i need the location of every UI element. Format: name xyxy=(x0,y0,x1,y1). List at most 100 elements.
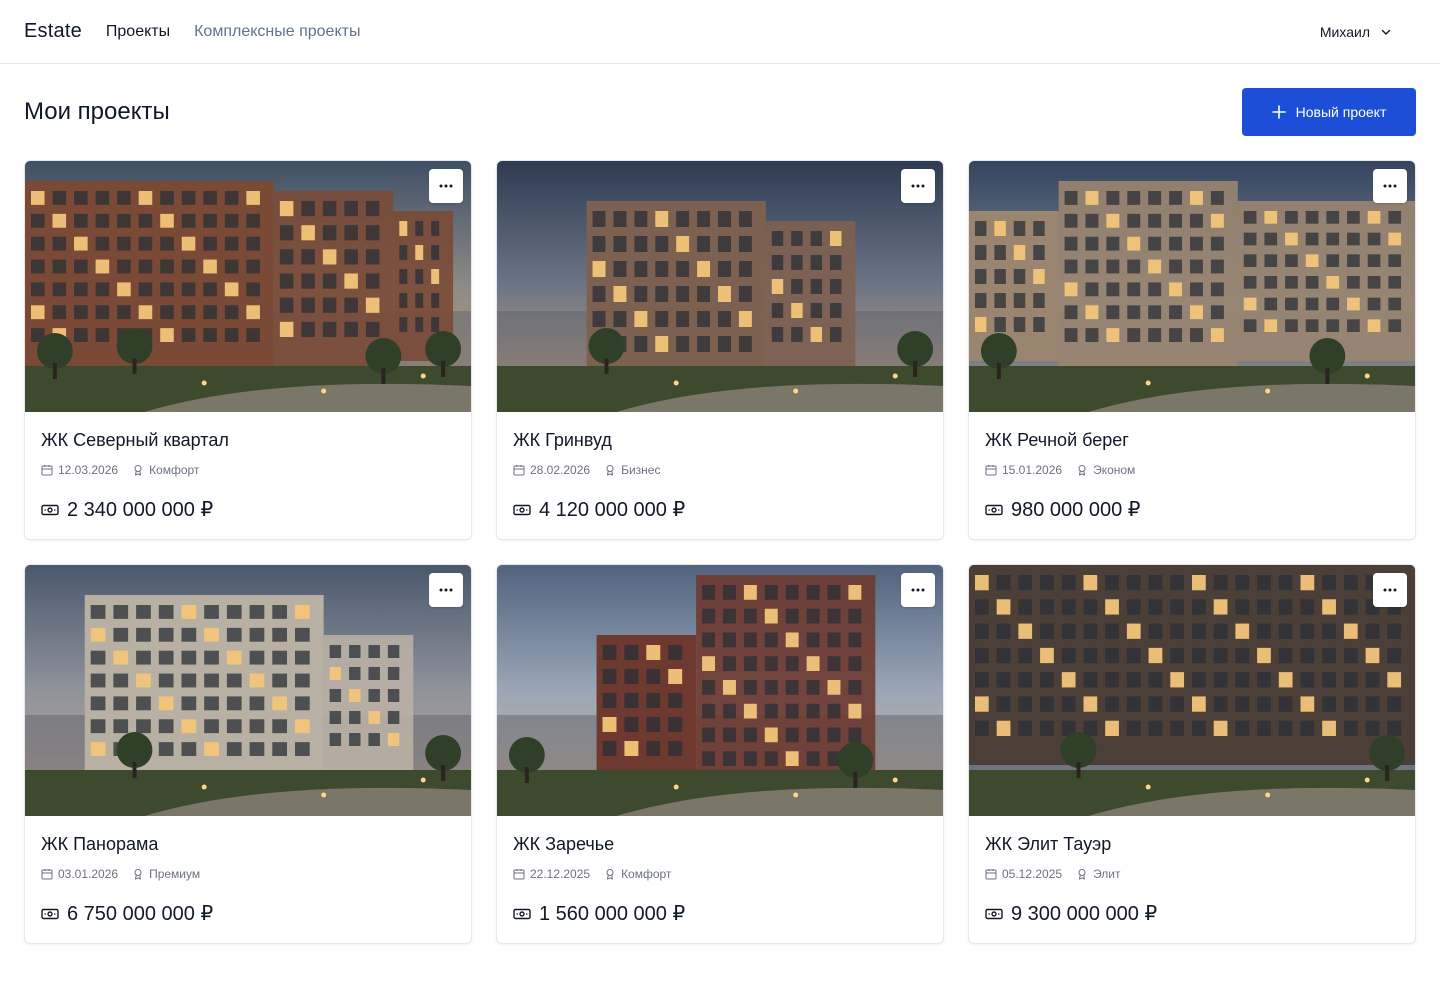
building-photo xyxy=(969,161,1415,412)
project-image xyxy=(25,161,471,412)
card-menu-button[interactable] xyxy=(1373,573,1407,607)
project-meta: 15.01.2026 Эконом xyxy=(985,463,1399,477)
project-title: ЖК Заречье xyxy=(513,834,615,854)
chevron-down-icon xyxy=(1381,29,1391,35)
project-price: 9 300 000 000 ₽ xyxy=(985,901,1399,926)
award-icon xyxy=(134,465,142,476)
project-class-text: Эконом xyxy=(1093,463,1136,477)
project-card[interactable]: ЖК Элит Тауэр 05.12.2025 Элит 9 300 000 … xyxy=(968,564,1416,944)
project-class-text: Комфорт xyxy=(149,463,200,477)
project-price-text: 4 120 000 000 ₽ xyxy=(539,499,686,521)
card-menu-button[interactable] xyxy=(901,169,935,203)
project-card[interactable]: ЖК Гринвуд 28.02.2026 Бизнес 4 120 000 0… xyxy=(496,160,944,540)
project-price: 980 000 000 ₽ xyxy=(985,497,1399,522)
project-meta: 12.03.2026 Комфорт xyxy=(41,463,455,477)
project-date: 22.12.2025 xyxy=(513,867,590,881)
more-horizontal-icon xyxy=(1383,184,1397,188)
card-body: ЖК Заречье 22.12.2025 Комфорт 1 560 000 … xyxy=(497,816,943,926)
more-horizontal-icon xyxy=(439,184,453,188)
project-class: Эконом xyxy=(1076,463,1135,477)
project-image xyxy=(969,161,1415,412)
project-title: ЖК Панорама xyxy=(41,834,159,854)
page-heading-row: Мои проекты Новый проект xyxy=(0,64,1440,160)
top-navbar: Estate Проекты Комплексные проекты Михаи… xyxy=(0,0,1440,64)
project-class: Премиум xyxy=(132,867,200,881)
project-title: ЖК Речной берег xyxy=(985,430,1129,450)
calendar-icon xyxy=(985,869,997,880)
project-date: 15.01.2026 xyxy=(985,463,1062,477)
project-class-text: Элит xyxy=(1093,867,1121,881)
card-body: ЖК Гринвуд 28.02.2026 Бизнес 4 120 000 0… xyxy=(497,412,943,522)
project-price-text: 2 340 000 000 ₽ xyxy=(67,499,214,521)
card-body: ЖК Речной берег 15.01.2026 Эконом 980 00… xyxy=(969,412,1415,522)
banknote-icon xyxy=(985,504,1003,515)
building-photo xyxy=(969,565,1415,816)
project-title: ЖК Гринвуд xyxy=(513,430,612,450)
projects-grid: ЖК Северный квартал 12.03.2026 Комфорт 2… xyxy=(0,160,1440,944)
project-image xyxy=(25,565,471,816)
card-body: ЖК Северный квартал 12.03.2026 Комфорт 2… xyxy=(25,412,471,522)
plus-icon xyxy=(1271,105,1286,119)
project-price-text: 9 300 000 000 ₽ xyxy=(1011,903,1158,925)
award-icon xyxy=(606,869,614,880)
project-date-text: 15.01.2026 xyxy=(1002,463,1063,477)
project-date-text: 03.01.2026 xyxy=(58,867,119,881)
card-menu-button[interactable] xyxy=(429,573,463,607)
award-icon xyxy=(1078,465,1086,476)
brand-logo[interactable]: Estate xyxy=(24,20,82,43)
card-body: ЖК Панорама 03.01.2026 Премиум 6 750 000… xyxy=(25,816,471,926)
nav-link-projects[interactable]: Проекты xyxy=(106,23,170,41)
project-class-text: Премиум xyxy=(149,867,201,881)
project-image xyxy=(497,161,943,412)
project-date-text: 12.03.2026 xyxy=(58,463,119,477)
user-menu[interactable]: Михаил xyxy=(1320,24,1392,40)
project-image xyxy=(497,565,943,816)
project-meta: 22.12.2025 Комфорт xyxy=(513,867,927,881)
calendar-icon xyxy=(41,465,53,476)
project-date-text: 28.02.2026 xyxy=(530,463,591,477)
calendar-icon xyxy=(985,465,997,476)
project-price-text: 1 560 000 000 ₽ xyxy=(539,903,686,925)
card-menu-button[interactable] xyxy=(901,573,935,607)
project-meta: 28.02.2026 Бизнес xyxy=(513,463,927,477)
project-card[interactable]: ЖК Речной берег 15.01.2026 Эконом 980 00… xyxy=(968,160,1416,540)
new-project-button[interactable]: Новый проект xyxy=(1242,88,1416,136)
project-date: 05.12.2025 xyxy=(985,867,1062,881)
building-photo xyxy=(497,161,943,412)
project-title: ЖК Элит Тауэр xyxy=(985,834,1112,854)
project-price: 1 560 000 000 ₽ xyxy=(513,901,927,926)
user-name: Михаил xyxy=(1319,23,1370,40)
project-meta: 03.01.2026 Премиум xyxy=(41,867,455,881)
project-price: 4 120 000 000 ₽ xyxy=(513,497,927,522)
banknote-icon xyxy=(41,504,59,515)
project-class-text: Бизнес xyxy=(621,463,661,477)
building-photo xyxy=(497,565,943,816)
project-date: 12.03.2026 xyxy=(41,463,118,477)
banknote-icon xyxy=(513,908,531,919)
calendar-icon xyxy=(41,869,53,880)
project-class: Комфорт xyxy=(604,867,671,881)
calendar-icon xyxy=(513,869,525,880)
card-menu-button[interactable] xyxy=(1373,169,1407,203)
card-body: ЖК Элит Тауэр 05.12.2025 Элит 9 300 000 … xyxy=(969,816,1415,926)
project-class-text: Комфорт xyxy=(621,867,672,881)
project-class: Бизнес xyxy=(604,463,660,477)
project-date-text: 22.12.2025 xyxy=(530,867,591,881)
nav-link-complex-projects[interactable]: Комплексные проекты xyxy=(194,23,360,41)
card-menu-button[interactable] xyxy=(429,169,463,203)
project-price: 2 340 000 000 ₽ xyxy=(41,497,455,522)
main-nav: Проекты Комплексные проекты xyxy=(106,23,361,41)
project-card[interactable]: ЖК Панорама 03.01.2026 Премиум 6 750 000… xyxy=(24,564,472,944)
award-icon xyxy=(134,869,142,880)
banknote-icon xyxy=(513,504,531,515)
more-horizontal-icon xyxy=(911,588,925,592)
project-card[interactable]: ЖК Северный квартал 12.03.2026 Комфорт 2… xyxy=(24,160,472,540)
project-meta: 05.12.2025 Элит xyxy=(985,867,1399,881)
award-icon xyxy=(606,465,614,476)
page-title: Мои проекты xyxy=(24,98,170,125)
banknote-icon xyxy=(41,908,59,919)
award-icon xyxy=(1078,869,1086,880)
project-price-text: 6 750 000 000 ₽ xyxy=(67,903,214,925)
project-image xyxy=(969,565,1415,816)
project-card[interactable]: ЖК Заречье 22.12.2025 Комфорт 1 560 000 … xyxy=(496,564,944,944)
